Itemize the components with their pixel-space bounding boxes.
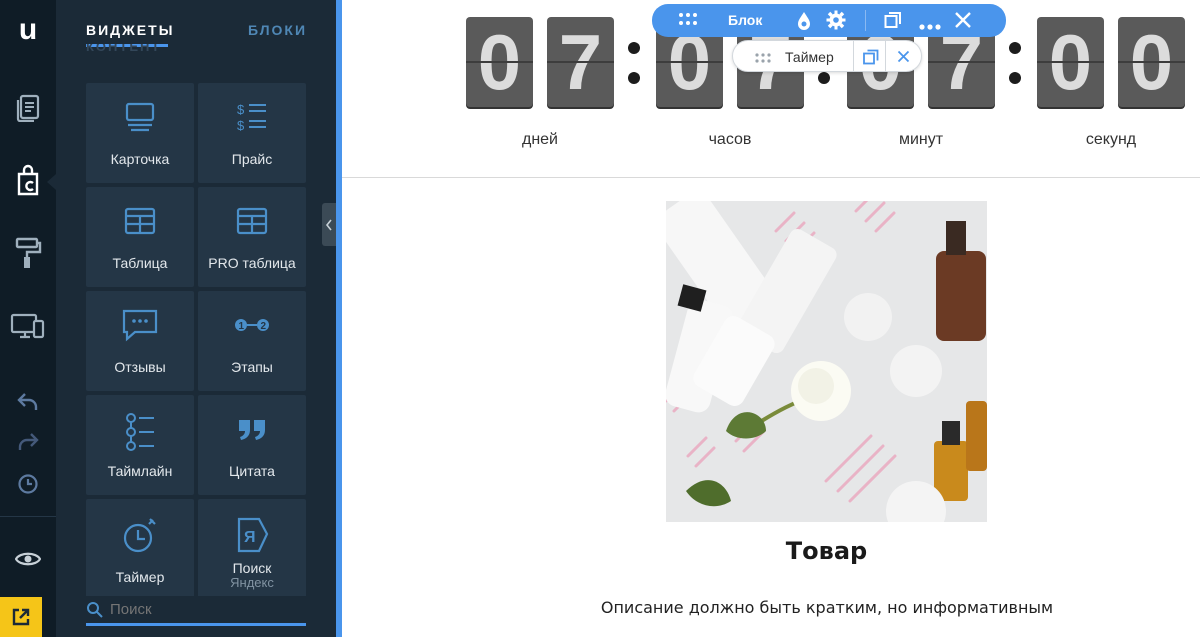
widget-price-label: Прайс	[231, 151, 273, 167]
timer-unit-seconds: секунд	[1085, 131, 1137, 148]
toolbar-divider	[865, 10, 866, 31]
timer-unit-hours: часов	[708, 131, 752, 148]
widgets-icon[interactable]	[0, 162, 56, 200]
timer-colon	[1009, 72, 1021, 84]
duplicate-icon[interactable]	[884, 11, 902, 34]
chevron-left-icon	[325, 219, 332, 230]
product-title[interactable]: Товар	[666, 537, 987, 565]
element-toolbar-divider	[853, 41, 854, 71]
widget-yandex-search[interactable]: Я Поиск Яндекс	[198, 499, 306, 599]
logo-text: u	[18, 13, 38, 46]
widget-table-label: Таблица	[112, 255, 168, 271]
gear-icon[interactable]	[826, 10, 846, 35]
fill-color-icon[interactable]	[796, 11, 812, 36]
element-toolbar: Таймер	[732, 40, 922, 72]
reviews-icon	[122, 309, 158, 342]
search-icon	[87, 601, 103, 618]
widget-reviews-label: Отзывы	[114, 359, 166, 375]
widget-timer[interactable]: Таймер	[86, 499, 194, 599]
timer-colon	[628, 72, 640, 84]
timer-digit-days-2: 7	[547, 17, 614, 107]
cosmetics-photo	[666, 201, 987, 522]
price-list-icon: $$	[237, 102, 266, 133]
widget-card[interactable]: Карточка	[86, 83, 194, 183]
svg-text:1: 1	[239, 321, 245, 332]
timer-digit-seconds-1: 0	[1037, 17, 1104, 107]
element-toolbar-label: Таймер	[785, 49, 834, 65]
timeline-icon	[126, 413, 154, 451]
active-pointer	[47, 174, 56, 190]
yandex-search-icon: Я	[237, 517, 269, 553]
widget-timeline-label: Таймлайн	[107, 463, 173, 479]
preview-eye-icon[interactable]	[0, 546, 56, 572]
widget-reviews[interactable]: Отзывы	[86, 291, 194, 391]
steps-icon: 12	[235, 319, 269, 332]
app-logo[interactable]: u	[0, 14, 56, 46]
page-canvas: 0 7 0 7 0 7 0 0 дней часов минут секунд …	[336, 0, 1200, 637]
block-toolbar-label: Блок	[728, 12, 763, 28]
pages-icon[interactable]	[0, 90, 56, 126]
timer-unit-days: дней	[521, 131, 558, 148]
timer-colon	[1009, 42, 1021, 54]
timer-unit-minutes: минут	[898, 131, 944, 148]
widget-quote[interactable]: Цитата	[198, 395, 306, 495]
widget-search-bar[interactable]	[86, 596, 306, 626]
devices-icon[interactable]	[0, 308, 56, 344]
tab-blocks-label: БЛОКИ	[248, 22, 308, 38]
widget-yandex-search-sublabel: Яндекс	[230, 575, 274, 590]
undo-icon[interactable]	[0, 390, 56, 414]
timer-digit-days-1: 0	[466, 17, 533, 107]
widget-search-input[interactable]	[110, 601, 290, 618]
tab-widgets[interactable]: ВИДЖЕТЫ	[86, 22, 175, 47]
history-icon[interactable]	[0, 472, 56, 496]
close-icon[interactable]	[954, 11, 972, 34]
widget-yandex-search-label: Поиск	[232, 560, 272, 576]
redo-icon[interactable]	[0, 430, 56, 454]
timer-colon	[628, 42, 640, 54]
widget-price[interactable]: $ $ Прайс	[198, 83, 306, 183]
widget-panel: ВИДЖЕТЫ БЛОКИ КОНТЕНТ Карточка $ $ Прайс …	[56, 0, 336, 637]
rail-divider	[0, 516, 56, 517]
product-description[interactable]: Описание должно быть кратким, но информа…	[502, 598, 1152, 617]
product-image[interactable]	[666, 201, 987, 522]
element-close-icon[interactable]	[897, 50, 910, 68]
widget-timeline[interactable]: Таймлайн	[86, 395, 194, 495]
widget-pro-table-label: PRO таблица	[208, 255, 296, 271]
element-drag-handle-icon[interactable]	[755, 51, 771, 69]
quote-icon	[239, 420, 265, 440]
collapse-panel-button[interactable]	[322, 203, 336, 246]
publish-button[interactable]	[0, 597, 42, 637]
widget-steps[interactable]: 12 Этапы	[198, 291, 306, 391]
drag-handle-icon[interactable]	[678, 11, 698, 29]
more-options-icon[interactable]	[919, 17, 941, 35]
svg-text:2: 2	[261, 321, 267, 332]
timer-icon	[123, 518, 156, 553]
widget-steps-label: Этапы	[231, 359, 273, 375]
element-duplicate-icon[interactable]	[863, 49, 879, 70]
svg-text:$: $	[237, 118, 245, 133]
publish-icon	[12, 608, 30, 626]
widget-pro-table[interactable]: PRO таблица	[198, 187, 306, 287]
widget-table[interactable]: Таблица	[86, 187, 194, 287]
element-toolbar-divider	[885, 41, 886, 71]
widget-timer-label: Таймер	[115, 569, 165, 585]
tab-blocks[interactable]: БЛОКИ	[248, 22, 307, 38]
widget-card-label: Карточка	[110, 151, 170, 167]
table-icon	[124, 207, 156, 235]
svg-text:$: $	[237, 102, 245, 117]
svg-text:Я: Я	[244, 529, 256, 546]
widget-quote-label: Цитата	[229, 463, 275, 479]
timer-colon	[818, 72, 830, 84]
timer-digit-seconds-2: 0	[1118, 17, 1185, 107]
design-roller-icon[interactable]	[0, 234, 56, 272]
block-toolbar: Блок	[652, 4, 1006, 37]
card-icon	[125, 102, 155, 132]
tab-widgets-label: ВИДЖЕТЫ	[86, 22, 175, 38]
icon-rail: u	[0, 0, 56, 637]
section-label: КОНТЕНТ	[86, 44, 162, 54]
pro-table-icon	[236, 207, 268, 235]
